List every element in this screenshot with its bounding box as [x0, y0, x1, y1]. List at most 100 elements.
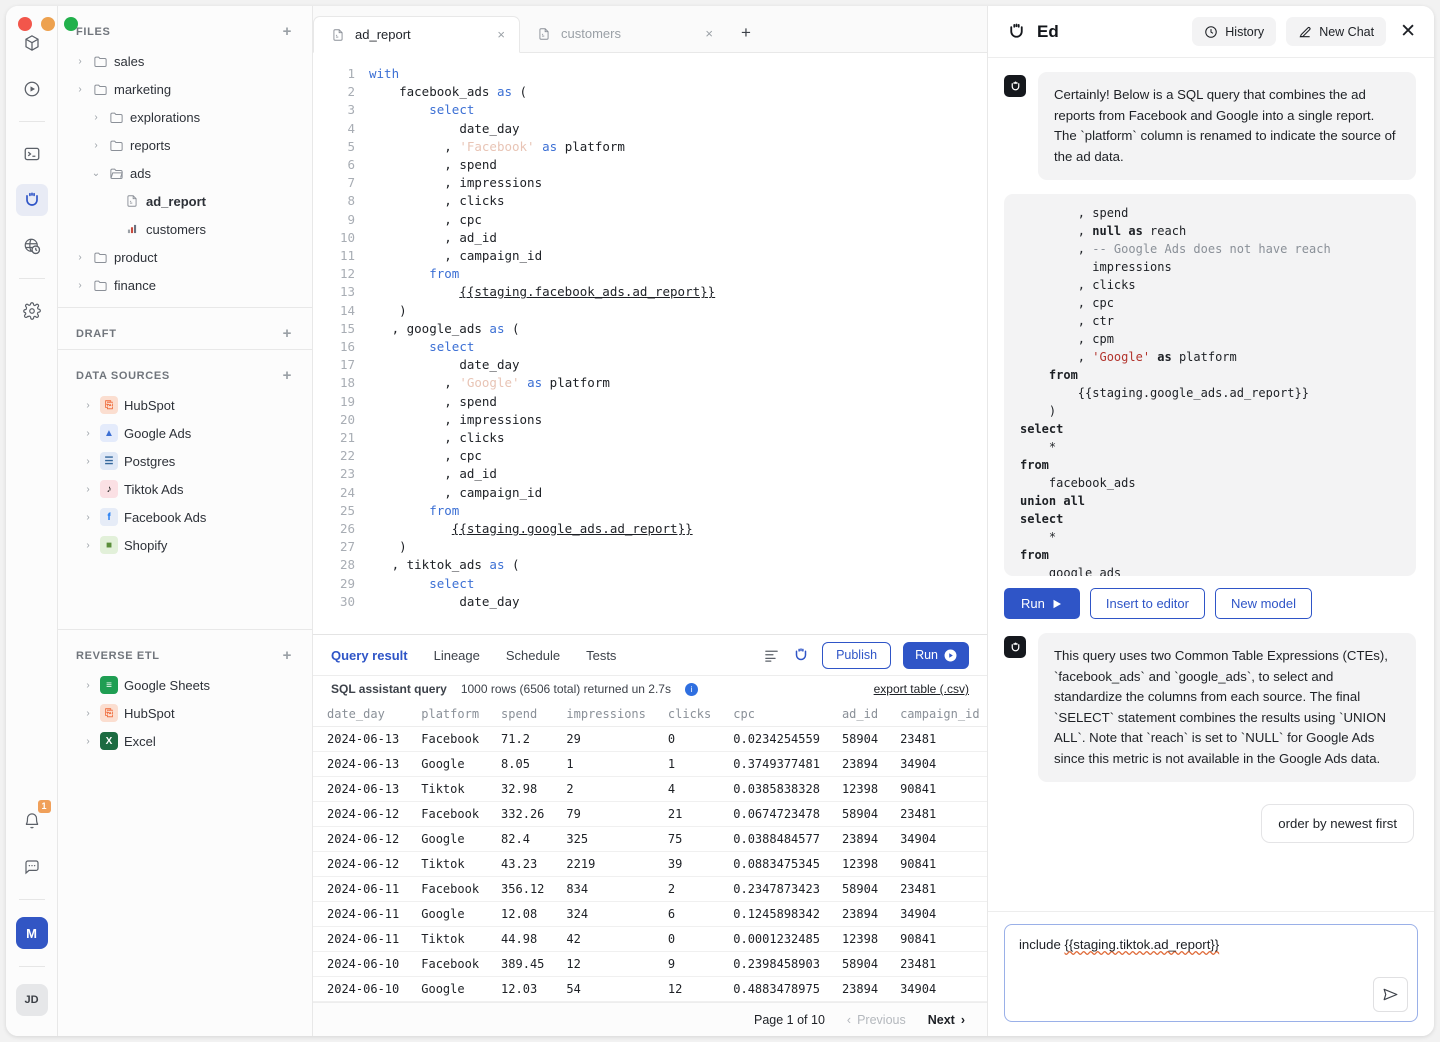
tree-folder-finance[interactable]: ›finance — [58, 271, 312, 299]
results-tab-schedule[interactable]: Schedule — [506, 648, 560, 663]
table-row[interactable]: 2024-06-12Tiktok43.232219390.08834753451… — [313, 852, 987, 877]
chevron-right-icon[interactable]: › — [82, 484, 94, 495]
chat-input[interactable]: include {{staging.tiktok.ad_report}} — [1004, 924, 1418, 1022]
table-row[interactable]: 2024-06-13Tiktok32.98240.038583832812398… — [313, 777, 987, 802]
column-header-impressions[interactable]: impressions — [552, 702, 653, 727]
tree-file-ad_report[interactable]: ad_report — [58, 187, 312, 215]
table-row[interactable]: 2024-06-11Google12.0832460.1245898342238… — [313, 902, 987, 927]
reverse-etl-google-sheets[interactable]: ›≡Google Sheets — [58, 671, 312, 699]
tree-folder-product[interactable]: ›product — [58, 243, 312, 271]
globe-clock-icon[interactable] — [16, 230, 48, 262]
insert-to-editor-button[interactable]: Insert to editor — [1090, 588, 1205, 619]
chevron-right-icon[interactable]: › — [82, 540, 94, 551]
tab-customers[interactable]: customers× — [520, 15, 727, 52]
column-header-cpc[interactable]: cpc — [719, 702, 828, 727]
tree-folder-sales[interactable]: ›sales — [58, 47, 312, 75]
assistant-avatar-icon — [1004, 75, 1026, 97]
close-window-button[interactable] — [18, 17, 32, 31]
results-tab-query-result[interactable]: Query result — [331, 648, 408, 663]
assistant-icon[interactable] — [792, 646, 810, 664]
tree-folder-ads[interactable]: ⌄ads — [58, 159, 312, 187]
chevron-right-icon[interactable]: › — [74, 56, 86, 67]
chevron-right-icon[interactable]: › — [82, 400, 94, 411]
table-row[interactable]: 2024-06-12Facebook332.2679210.0674723478… — [313, 802, 987, 827]
chevron-right-icon[interactable]: › — [82, 708, 94, 719]
add-reverse-etl-button[interactable]: + — [283, 648, 292, 663]
column-header-platform[interactable]: platform — [407, 702, 487, 727]
tree-folder-explorations[interactable]: ›explorations — [58, 103, 312, 131]
chevron-right-icon[interactable]: › — [82, 456, 94, 467]
chevron-right-icon[interactable]: › — [90, 140, 102, 151]
column-header-clicks[interactable]: clicks — [654, 702, 719, 727]
tab-close-icon[interactable]: × — [497, 27, 505, 42]
chevron-right-icon[interactable]: › — [90, 112, 102, 123]
results-tab-lineage[interactable]: Lineage — [434, 648, 480, 663]
run-code-button[interactable]: Run — [1004, 588, 1080, 619]
tab-ad_report[interactable]: ad_report× — [313, 16, 520, 53]
zoom-window-button[interactable] — [64, 17, 78, 31]
gear-icon[interactable] — [16, 295, 48, 327]
data-source-google-ads[interactable]: ›▲Google Ads — [58, 419, 312, 447]
new-chat-button[interactable]: New Chat — [1286, 17, 1386, 46]
info-icon[interactable]: i — [685, 683, 698, 696]
minimize-window-button[interactable] — [41, 17, 55, 31]
assistant-message-1-text: Certainly! Below is a SQL query that com… — [1038, 72, 1416, 180]
chevron-right-icon[interactable]: › — [74, 280, 86, 291]
chevron-right-icon[interactable]: › — [74, 84, 86, 95]
new-tab-button[interactable]: + — [727, 23, 765, 43]
data-source-hubspot[interactable]: ›⎘HubSpot — [58, 391, 312, 419]
table-row[interactable]: 2024-06-11Tiktok44.984200.00012324851239… — [313, 927, 987, 952]
column-header-ad_id[interactable]: ad_id — [828, 702, 886, 727]
run-query-button[interactable]: Run — [903, 642, 969, 669]
tree-folder-reports[interactable]: ›reports — [58, 131, 312, 159]
tree-folder-marketing[interactable]: ›marketing — [58, 75, 312, 103]
chevron-right-icon[interactable]: › — [74, 252, 86, 263]
chevron-down-icon[interactable]: ⌄ — [90, 168, 102, 179]
tree-file-customers[interactable]: customers — [58, 215, 312, 243]
data-source-tiktok-ads[interactable]: ›♪Tiktok Ads — [58, 475, 312, 503]
next-page-button[interactable]: Next › — [928, 1013, 965, 1027]
chevron-right-icon[interactable]: › — [82, 680, 94, 691]
publish-button[interactable]: Publish — [822, 642, 891, 669]
table-row[interactable]: 2024-06-13Facebook71.22900.0234254559589… — [313, 727, 987, 752]
sidebar-item-assistant[interactable] — [16, 184, 48, 216]
new-model-button[interactable]: New model — [1215, 588, 1312, 619]
add-file-button[interactable]: + — [283, 24, 292, 39]
terminal-icon[interactable] — [16, 138, 48, 170]
tab-close-icon[interactable]: × — [705, 26, 713, 41]
column-header-date_day[interactable]: date_day — [313, 702, 407, 727]
results-table-wrap[interactable]: date_dayplatformspendimpressionsclickscp… — [313, 702, 987, 1002]
previous-page-button[interactable]: ‹ Previous — [847, 1013, 906, 1027]
cube-icon[interactable] — [16, 27, 48, 59]
data-source-postgres[interactable]: ›☰Postgres — [58, 447, 312, 475]
chevron-right-icon[interactable]: › — [82, 512, 94, 523]
user-avatar[interactable]: JD — [16, 984, 48, 1016]
table-row[interactable]: 2024-06-10Google12.0354120.4883478975238… — [313, 977, 987, 1002]
chevron-right-icon[interactable]: › — [82, 736, 94, 747]
workspace-avatar[interactable]: M — [16, 917, 48, 949]
column-header-spend[interactable]: spend — [487, 702, 552, 727]
table-row[interactable]: 2024-06-13Google8.05110.3749377481238943… — [313, 752, 987, 777]
reverse-etl-hubspot[interactable]: ›⎘HubSpot — [58, 699, 312, 727]
history-button[interactable]: History — [1192, 17, 1276, 46]
add-data-source-button[interactable]: + — [283, 368, 292, 383]
results-tab-tests[interactable]: Tests — [586, 648, 616, 663]
data-source-facebook-ads[interactable]: ›fFacebook Ads — [58, 503, 312, 531]
data-source-shopify[interactable]: ›■Shopify — [58, 531, 312, 559]
play-circle-icon[interactable] — [16, 73, 48, 105]
sql-editor[interactable]: 1with2 facebook_ads as (3 select4 date_d… — [313, 53, 987, 634]
format-lines-icon[interactable] — [763, 647, 780, 664]
column-header-campaign_id[interactable]: campaign_id — [886, 702, 987, 727]
send-button[interactable] — [1373, 977, 1408, 1012]
table-row[interactable]: 2024-06-11Facebook356.1283420.2347873423… — [313, 877, 987, 902]
add-draft-button[interactable]: + — [283, 326, 292, 341]
chevron-right-icon[interactable]: › — [82, 428, 94, 439]
assistant-code-block[interactable]: , spend , null as reach , -- Google Ads … — [1004, 194, 1416, 576]
comment-icon[interactable] — [16, 851, 48, 883]
export-table-link[interactable]: export table (.csv) — [874, 682, 969, 696]
bell-icon[interactable]: 1 — [16, 805, 48, 837]
close-icon[interactable]: ✕ — [1396, 22, 1420, 41]
table-row[interactable]: 2024-06-12Google82.4325750.0388484577238… — [313, 827, 987, 852]
table-row[interactable]: 2024-06-10Facebook389.451290.23984589035… — [313, 952, 987, 977]
reverse-etl-excel[interactable]: ›XExcel — [58, 727, 312, 755]
